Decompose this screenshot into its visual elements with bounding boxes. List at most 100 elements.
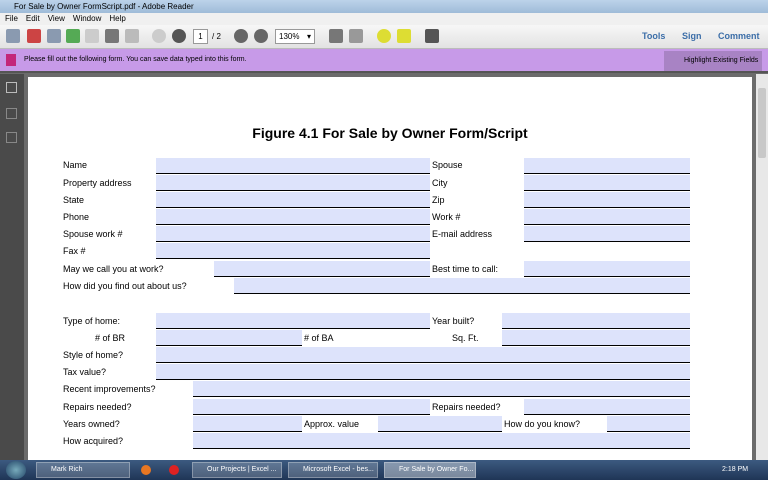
taskbar-item-excel[interactable]: Microsoft Excel - bes... xyxy=(288,462,378,478)
spouse-field[interactable] xyxy=(524,158,690,174)
attachments-icon[interactable] xyxy=(6,108,17,119)
label-sqft: Sq. Ft. xyxy=(452,333,479,343)
label-state: State xyxy=(63,195,85,205)
edit-icon[interactable] xyxy=(47,29,61,43)
br-field[interactable] xyxy=(156,330,302,346)
chevron-down-icon: ▾ xyxy=(306,32,311,41)
fax-field[interactable] xyxy=(156,243,430,259)
vertical-scrollbar[interactable] xyxy=(756,74,768,460)
page-number-input[interactable]: 1 xyxy=(193,29,208,44)
window-title: For Sale by Owner FormScript.pdf - Adobe… xyxy=(14,2,194,11)
label-ba: # of BA xyxy=(304,333,334,343)
fit-page-icon[interactable] xyxy=(329,29,343,43)
print-icon[interactable] xyxy=(105,29,119,43)
sign-button[interactable]: Sign xyxy=(682,31,702,41)
taskbar-item-reader[interactable]: For Sale by Owner Fo... xyxy=(384,462,476,478)
label-style: Style of home? xyxy=(63,350,124,360)
zoom-in-icon[interactable] xyxy=(254,29,268,43)
label-year-built: Year built? xyxy=(432,316,475,326)
type-of-home-field[interactable] xyxy=(156,313,430,329)
tools-button[interactable]: Tools xyxy=(642,31,665,41)
improvements-field[interactable] xyxy=(193,381,690,397)
title-bar: For Sale by Owner FormScript.pdf - Adobe… xyxy=(0,0,768,13)
start-button[interactable] xyxy=(6,461,26,479)
city-field[interactable] xyxy=(524,175,690,191)
label-find-out: How did you find out about us? xyxy=(63,281,187,291)
label-property-address: Property address xyxy=(63,178,132,188)
find-out-field[interactable] xyxy=(234,278,690,294)
open-icon[interactable] xyxy=(6,29,20,43)
menu-edit[interactable]: Edit xyxy=(26,14,40,23)
label-years-owned: Years owned? xyxy=(63,419,120,429)
taskbar-item-folder[interactable]: Mark Rich xyxy=(36,462,130,478)
opera-icon[interactable] xyxy=(169,465,179,475)
state-field[interactable] xyxy=(156,192,430,208)
menu-view[interactable]: View xyxy=(48,14,65,23)
previous-page-icon[interactable] xyxy=(152,29,166,43)
scroll-thumb[interactable] xyxy=(758,88,766,158)
zoom-out-icon[interactable] xyxy=(234,29,248,43)
label-approx-value: Approx. value xyxy=(304,419,360,429)
taskbar-item-chrome[interactable]: Our Projects | Excel ... xyxy=(192,462,282,478)
highlight-label: Highlight Existing Fields xyxy=(684,57,759,64)
label-spouse-work: Spouse work # xyxy=(63,229,123,239)
form-title: Figure 4.1 For Sale by Owner Form/Script xyxy=(252,125,528,141)
approx-value-field[interactable] xyxy=(378,416,502,432)
property-address-field[interactable] xyxy=(156,175,430,191)
email-icon[interactable] xyxy=(125,29,139,43)
label-spouse: Spouse xyxy=(432,160,463,170)
repairs-2-field[interactable] xyxy=(524,399,690,415)
comment-button[interactable]: Comment xyxy=(718,31,760,41)
menu-window[interactable]: Window xyxy=(73,14,101,23)
taskbar: Mark Rich Our Projects | Excel ... Micro… xyxy=(0,460,768,480)
label-name: Name xyxy=(63,160,88,170)
year-built-field[interactable] xyxy=(502,313,690,329)
repairs-field[interactable] xyxy=(193,399,430,415)
next-page-icon[interactable] xyxy=(172,29,186,43)
menu-file[interactable]: File xyxy=(5,14,18,23)
how-know-field[interactable] xyxy=(607,416,690,432)
save-icon[interactable] xyxy=(85,29,99,43)
label-repairs-2: Repairs needed? xyxy=(432,402,501,412)
style-field[interactable] xyxy=(156,347,690,363)
tax-value-field[interactable] xyxy=(156,364,690,380)
highlight-icon[interactable] xyxy=(397,29,411,43)
zip-field[interactable] xyxy=(524,192,690,208)
call-at-work-field[interactable] xyxy=(214,261,430,277)
label-how-acquired: How acquired? xyxy=(63,436,124,446)
how-acquired-field[interactable] xyxy=(193,433,690,449)
label-fax: Fax # xyxy=(63,246,86,256)
phone-field[interactable] xyxy=(156,209,430,225)
clock[interactable]: 2:18 PM xyxy=(722,466,748,473)
create-pdf-icon[interactable] xyxy=(27,29,41,43)
label-zip: Zip xyxy=(432,195,445,205)
label-how-know: How do you know? xyxy=(504,419,581,429)
best-time-field[interactable] xyxy=(524,261,690,277)
label-type-of-home: Type of home: xyxy=(63,316,121,326)
highlight-fields-button[interactable]: Highlight Existing Fields xyxy=(664,51,762,71)
pdf-page: Figure 4.1 For Sale by Owner Form/Script… xyxy=(28,77,752,460)
pages-icon[interactable] xyxy=(6,82,17,93)
menu-help[interactable]: Help xyxy=(109,14,125,23)
label-call-at-work: May we call you at work? xyxy=(63,264,164,274)
years-owned-field[interactable] xyxy=(193,416,302,432)
label-br: # of BR xyxy=(95,333,126,343)
firefox-icon[interactable] xyxy=(141,465,151,475)
menu-bar: File Edit View Window Help xyxy=(0,13,768,25)
page-total: / 2 xyxy=(212,32,221,41)
toolbar: 1 / 2 130% ▾ Tools Sign Comment xyxy=(0,25,768,49)
zoom-select[interactable]: 130% ▾ xyxy=(275,29,315,44)
label-best-time: Best time to call: xyxy=(432,264,499,274)
expand-icon[interactable] xyxy=(425,29,439,43)
work-field[interactable] xyxy=(524,209,690,225)
spouse-work-field[interactable] xyxy=(156,226,430,242)
name-field[interactable] xyxy=(156,158,430,174)
fit-width-icon[interactable] xyxy=(349,29,363,43)
email-field[interactable] xyxy=(524,226,690,242)
signatures-icon[interactable] xyxy=(6,132,17,143)
comment-icon[interactable] xyxy=(377,29,391,43)
upload-icon[interactable] xyxy=(66,29,80,43)
sqft-field[interactable] xyxy=(502,330,690,346)
label-work: Work # xyxy=(432,212,461,222)
label-tax-value: Tax value? xyxy=(63,367,107,377)
